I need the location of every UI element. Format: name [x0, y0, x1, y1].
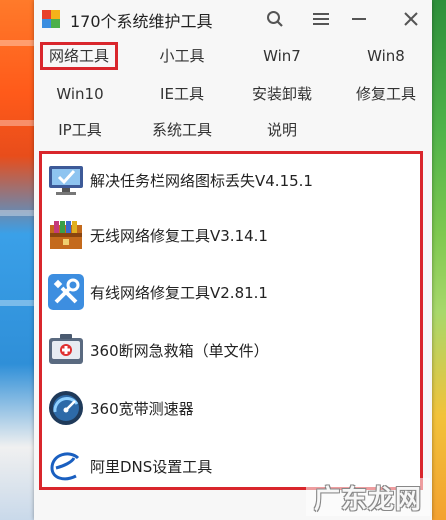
title-bar: 170个系统维护工具 [34, 0, 432, 38]
app-logo-icon [42, 10, 60, 28]
list-item-wired-repair[interactable]: 有线网络修复工具V2.81.1 [46, 266, 416, 318]
speedometer-icon [49, 391, 83, 425]
tab-network-tools[interactable]: 网络工具 [40, 42, 119, 70]
minimize-icon[interactable] [346, 6, 372, 32]
menu-icon[interactable] [308, 6, 334, 32]
window-title: 170个系统维护工具 [70, 12, 213, 31]
desktop-wallpaper-right [432, 0, 446, 520]
close-icon[interactable] [398, 6, 424, 32]
list-item-wireless-repair[interactable]: 无线网络修复工具V3.14.1 [46, 209, 416, 261]
tab-ie-tools[interactable]: IE工具 [142, 80, 222, 108]
tool-label: 360断网急救箱（单文件） [90, 341, 269, 360]
alibaba-e-icon [50, 452, 80, 481]
list-item-360-speed-test[interactable]: 360宽带测速器 [46, 382, 416, 434]
tool-label: 解决任务栏网络图标丢失V4.15.1 [90, 171, 313, 190]
tab-repair-tools[interactable]: 修复工具 [346, 80, 426, 108]
archive-box-icon [50, 221, 82, 249]
tool-list: 解决任务栏网络图标丢失V4.15.1 无线网络修复工具V3.14.1 有线网络修… [39, 151, 423, 490]
tab-win10[interactable]: Win10 [40, 80, 120, 108]
tool-label: 无线网络修复工具V3.14.1 [90, 226, 268, 245]
watermark-text: 广东龙网 [306, 478, 430, 516]
tab-install-uninstall[interactable]: 安装卸载 [242, 80, 322, 108]
tool-label: 有线网络修复工具V2.81.1 [90, 283, 268, 302]
app-window: 170个系统维护工具 网络工具 小工具 Win7 Win8 Win10 IE工具… [34, 0, 432, 520]
monitor-check-icon [49, 166, 83, 195]
tab-system-tools[interactable]: 系统工具 [142, 116, 222, 144]
first-aid-kit-icon [49, 334, 83, 364]
tab-win8[interactable]: Win8 [346, 42, 426, 70]
tab-ip-tools[interactable]: IP工具 [40, 116, 120, 144]
tool-label: 阿里DNS设置工具 [90, 457, 213, 476]
category-tabs: 网络工具 小工具 Win7 Win8 Win10 IE工具 安装卸载 修复工具 … [34, 38, 432, 148]
tab-small-tools[interactable]: 小工具 [142, 42, 222, 70]
wrench-screwdriver-icon [48, 274, 84, 310]
tool-label: 360宽带测速器 [90, 399, 194, 418]
search-icon[interactable] [262, 6, 288, 32]
tab-win7[interactable]: Win7 [242, 42, 322, 70]
tab-help[interactable]: 说明 [242, 116, 322, 144]
list-item-fix-taskbar-network-icon[interactable]: 解决任务栏网络图标丢失V4.15.1 [46, 154, 416, 206]
desktop-wallpaper-left [0, 0, 34, 520]
list-item-360-offline-firstaid[interactable]: 360断网急救箱（单文件） [46, 324, 416, 376]
